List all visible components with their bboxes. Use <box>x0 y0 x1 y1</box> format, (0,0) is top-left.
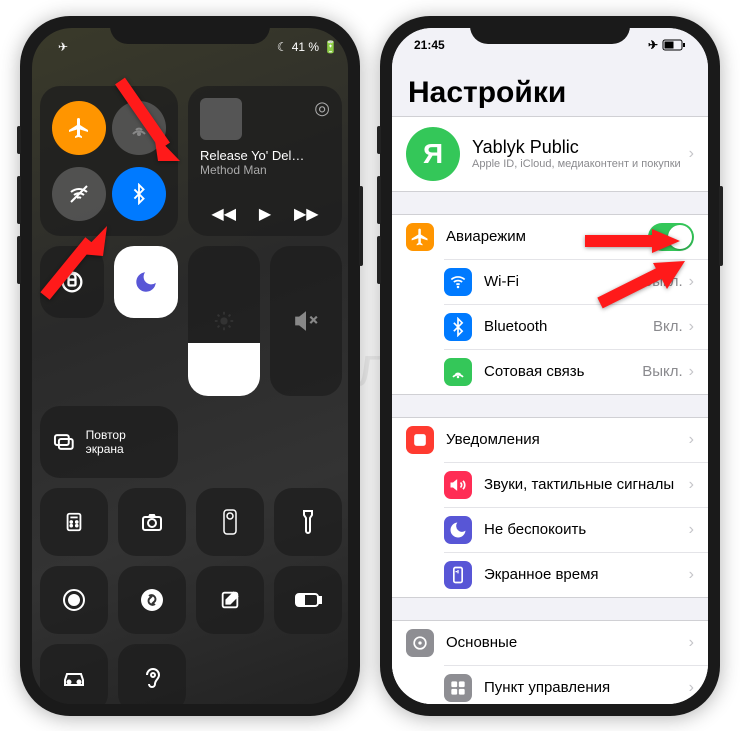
airplane-icon <box>406 223 434 251</box>
car-tile[interactable] <box>40 644 108 704</box>
chevron-icon: › <box>689 431 694 449</box>
battery-icon <box>662 39 686 51</box>
media-artist: Method Man <box>200 163 330 177</box>
row-label: Bluetooth <box>484 318 653 335</box>
row-label: Уведомления <box>446 431 689 448</box>
settings-row-screentime[interactable]: Экранное время› <box>444 552 708 597</box>
shazam-tile[interactable] <box>118 566 186 634</box>
annotation-arrow <box>110 76 180 171</box>
profile-sub: Apple ID, iCloud, медиаконтент и покупки <box>472 158 689 170</box>
dnd-toggle[interactable] <box>114 246 178 318</box>
wifi-icon <box>444 268 472 296</box>
controlc-icon <box>444 674 472 702</box>
hearing-tile[interactable] <box>118 644 186 704</box>
media-panel[interactable]: ◎ Release Yo' Del… Method Man ◀◀ ▶ ▶▶ <box>188 86 342 236</box>
chevron-icon: › <box>689 679 694 697</box>
annotation-arrow <box>595 261 685 316</box>
bluetooth-icon <box>444 313 472 341</box>
settings-row-dnd[interactable]: Не беспокоить› <box>444 507 708 552</box>
camera-tile[interactable] <box>118 488 186 556</box>
row-value: Вкл. <box>653 318 683 335</box>
row-label: Основные <box>446 634 689 651</box>
general-icon <box>406 629 434 657</box>
cellular-icon <box>444 358 472 386</box>
dnd-icon <box>444 516 472 544</box>
settings-row-notify[interactable]: Уведомления› <box>392 418 708 462</box>
low-power-tile[interactable] <box>274 566 342 634</box>
album-art <box>200 98 242 140</box>
chevron-icon: › <box>689 145 694 163</box>
row-label: Экранное время <box>484 566 689 583</box>
phone-settings: 21:45 ✈ Настройки Я Yablyk Public Apple … <box>380 16 720 716</box>
profile-name: Yablyk Public <box>472 137 689 158</box>
chevron-icon: › <box>689 476 694 494</box>
row-label: Звуки, тактильные сигналы <box>484 476 689 493</box>
moon-icon: ☾ <box>277 40 288 54</box>
row-label: Не беспокоить <box>484 521 689 538</box>
notch <box>110 16 270 44</box>
prev-track-button[interactable]: ◀◀ <box>211 204 236 224</box>
battery-icon: 🔋 <box>323 40 338 54</box>
media-title: Release Yo' Del… <box>200 148 330 163</box>
wifi-toggle[interactable] <box>52 167 106 221</box>
mirror-label: Повтор экрана <box>86 428 166 456</box>
settings-row-cellular[interactable]: Сотовая связьВыкл. › <box>444 349 708 394</box>
annotation-arrow <box>35 226 110 311</box>
avatar: Я <box>406 127 460 181</box>
settings-row-general[interactable]: Основные› <box>392 621 708 665</box>
airplane-status-icon: ✈ <box>58 40 68 54</box>
chevron-icon: › <box>689 634 694 652</box>
apple-id-row[interactable]: Я Yablyk Public Apple ID, iCloud, медиак… <box>392 117 708 191</box>
airplay-icon[interactable]: ◎ <box>314 98 330 140</box>
screen-mirroring-button[interactable]: Повтор экрана <box>40 406 178 478</box>
chevron-icon: › <box>689 566 694 584</box>
volume-slider[interactable] <box>270 246 342 396</box>
screentime-icon <box>444 561 472 589</box>
phone-control-center: ✈ ☾ 41 % 🔋 ◎ Release Yo' Del… <box>20 16 360 716</box>
battery-percent: 41 % <box>292 40 319 54</box>
status-time: 21:45 <box>414 38 445 52</box>
play-button[interactable]: ▶ <box>259 204 271 224</box>
annotation-arrow <box>580 226 680 261</box>
calculator-tile[interactable] <box>40 488 108 556</box>
airplane-status-icon: ✈ <box>648 38 658 52</box>
sounds-icon <box>444 471 472 499</box>
brightness-slider[interactable] <box>188 246 260 396</box>
settings-row-sounds[interactable]: Звуки, тактильные сигналы› <box>444 462 708 507</box>
airplane-toggle[interactable] <box>52 101 106 155</box>
row-value: Выкл. <box>642 363 682 380</box>
row-label: Сотовая связь <box>484 363 642 380</box>
chevron-icon: › <box>689 521 694 539</box>
next-track-button[interactable]: ▶▶ <box>294 204 319 224</box>
notify-icon <box>406 426 434 454</box>
chevron-icon: › <box>689 363 694 381</box>
settings-row-controlc[interactable]: Пункт управления› <box>444 665 708 704</box>
row-label: Пункт управления <box>484 679 689 696</box>
chevron-icon: › <box>689 318 694 336</box>
flashlight-tile[interactable] <box>274 488 342 556</box>
apple-tv-remote-tile[interactable] <box>196 488 264 556</box>
notch <box>470 16 630 44</box>
bluetooth-toggle[interactable] <box>112 167 166 221</box>
notes-tile[interactable] <box>196 566 264 634</box>
chevron-icon: › <box>689 273 694 291</box>
screen-record-tile[interactable] <box>40 566 108 634</box>
